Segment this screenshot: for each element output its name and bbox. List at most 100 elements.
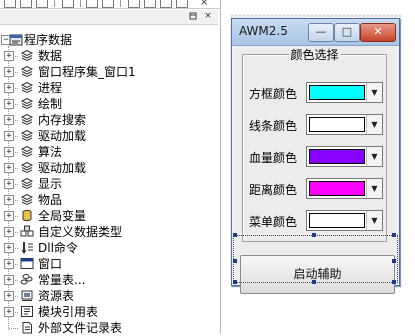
tree-item[interactable]: + 进程 — [0, 80, 220, 96]
stack-icon — [20, 145, 34, 158]
toolbar-close-icon[interactable]: × — [200, 0, 208, 8]
tree-item[interactable]: + 全局变量 — [0, 208, 220, 224]
tree-connector — [9, 328, 18, 329]
tree-item[interactable]: + 模块引用表 — [0, 304, 220, 320]
expand-icon[interactable]: + — [4, 291, 14, 301]
minimize-button[interactable]: — — [308, 23, 334, 42]
dropdown-arrow-icon[interactable]: ▼ — [366, 83, 382, 102]
expand-icon[interactable]: + — [4, 195, 14, 205]
toolbar-button[interactable] — [176, 0, 188, 8]
tree-item-label: 自定义数据类型 — [38, 225, 123, 239]
maximize-button[interactable]: □ — [334, 23, 360, 42]
selection-outline — [233, 235, 398, 283]
tree-item[interactable]: + 算法 — [0, 144, 220, 160]
tree-item[interactable]: + Dll命令 — [0, 240, 220, 256]
tree-item[interactable]: + 显示 — [0, 176, 220, 192]
expand-icon[interactable]: + — [4, 259, 14, 269]
tree-item[interactable]: + 窗口 — [0, 256, 220, 272]
tree-item[interactable]: + 数据 — [0, 48, 220, 64]
toolbar-button[interactable] — [36, 0, 48, 8]
expand-icon[interactable]: + — [4, 131, 14, 141]
resize-handle[interactable] — [392, 280, 396, 284]
color-swatch — [309, 149, 365, 164]
tree-item[interactable]: + 驱动加载 — [0, 128, 220, 144]
toolbar-button[interactable] — [102, 0, 114, 8]
color-combo[interactable]: ▼ — [306, 210, 383, 231]
color-combo[interactable]: ▼ — [306, 114, 383, 135]
toolbar-button[interactable] — [20, 0, 32, 8]
stack-icon — [20, 193, 34, 206]
tree-item[interactable]: + 自定义数据类型 — [0, 224, 220, 240]
expand-icon[interactable]: + — [4, 51, 14, 61]
tree-root-label: 程序数据 — [24, 33, 73, 47]
color-swatch — [309, 117, 365, 132]
resize-handle[interactable] — [312, 233, 316, 237]
database-icon — [9, 34, 23, 46]
expand-icon[interactable]: + — [4, 67, 14, 77]
resize-handle[interactable] — [312, 280, 316, 284]
stack-icon — [20, 113, 34, 126]
color-row-label: 方框颜色 — [249, 87, 298, 101]
resize-handle[interactable] — [233, 280, 237, 284]
toolbar-separator — [80, 0, 81, 7]
toolbar-button[interactable] — [86, 0, 98, 8]
stack-icon — [20, 49, 34, 62]
tree-item[interactable]: + 常量表... — [0, 272, 220, 288]
color-row-label: 距离颜色 — [249, 183, 298, 197]
expand-icon[interactable]: + — [4, 227, 14, 237]
tree-root[interactable]: − 程序数据 — [0, 32, 220, 48]
tree-item[interactable]: + 窗口程序集_窗口1 — [0, 64, 220, 80]
tree-item[interactable]: + 物品 — [0, 192, 220, 208]
tree-item[interactable]: + 资源表 — [0, 288, 220, 304]
file-icon — [22, 322, 32, 334]
expand-icon[interactable]: + — [4, 163, 14, 173]
resources-icon — [21, 290, 33, 301]
expand-icon[interactable]: + — [4, 275, 14, 285]
expand-icon[interactable]: + — [4, 179, 14, 189]
toolbar-button[interactable] — [160, 0, 172, 8]
dropdown-arrow-icon[interactable]: ▼ — [366, 115, 382, 134]
resize-handle[interactable] — [392, 259, 396, 263]
tree-item[interactable]: + 驱动加载 — [0, 160, 220, 176]
tree-item-label: 窗口 — [38, 257, 63, 271]
group-title: 颜色选择 — [288, 46, 341, 63]
stack-icon — [20, 161, 34, 174]
expand-icon[interactable]: + — [4, 83, 14, 93]
toolbar-button[interactable] — [4, 0, 16, 8]
form-window: AWM2.5 — □ ✕ 颜色选择 方框颜色 ▼ 线条颜色 ▼ 血量颜色 ▼ 距离颜色 ▼ 菜单… — [231, 18, 400, 294]
dropdown-arrow-icon[interactable]: ▼ — [366, 147, 382, 166]
tree-item-label: 算法 — [38, 145, 63, 159]
toolbar-button[interactable] — [62, 0, 74, 8]
resize-handle[interactable] — [233, 259, 237, 263]
tree-item[interactable]: + 绘制 — [0, 96, 220, 112]
expand-icon[interactable]: + — [4, 115, 14, 125]
dropdown-arrow-icon[interactable]: ▼ — [366, 179, 382, 198]
expand-icon[interactable]: + — [4, 307, 14, 317]
expand-icon[interactable]: + — [4, 99, 14, 109]
toolbar-button[interactable] — [144, 0, 156, 8]
panel-close-icon[interactable]: × — [203, 11, 213, 21]
tree-item-label: 绘制 — [38, 97, 63, 111]
resize-handle[interactable] — [233, 233, 237, 237]
panel-dock-icon[interactable] — [188, 12, 198, 22]
stack-icon — [20, 97, 34, 110]
color-combo[interactable]: ▼ — [306, 178, 383, 199]
tree-item[interactable]: + 内存搜索 — [0, 112, 220, 128]
window-title: AWM2.5 — [239, 24, 288, 38]
toolbar-button[interactable] — [128, 0, 140, 8]
expand-icon[interactable]: + — [4, 243, 14, 253]
panel-divider[interactable] — [220, 0, 221, 334]
color-row-label: 血量颜色 — [249, 151, 298, 165]
color-combo[interactable]: ▼ — [306, 82, 383, 103]
tree-item-label: 窗口程序集_窗口1 — [38, 65, 136, 79]
expand-icon[interactable]: + — [4, 147, 14, 157]
close-button[interactable]: ✕ — [360, 23, 396, 42]
dropdown-arrow-icon[interactable]: ▼ — [366, 211, 382, 230]
expand-icon[interactable]: + — [4, 211, 14, 221]
window-icon — [20, 258, 34, 269]
resize-handle[interactable] — [392, 233, 396, 237]
constants-icon — [20, 274, 33, 285]
color-combo[interactable]: ▼ — [306, 146, 383, 167]
color-swatch — [309, 213, 365, 228]
window-titlebar[interactable]: AWM2.5 — □ ✕ — [232, 19, 399, 46]
